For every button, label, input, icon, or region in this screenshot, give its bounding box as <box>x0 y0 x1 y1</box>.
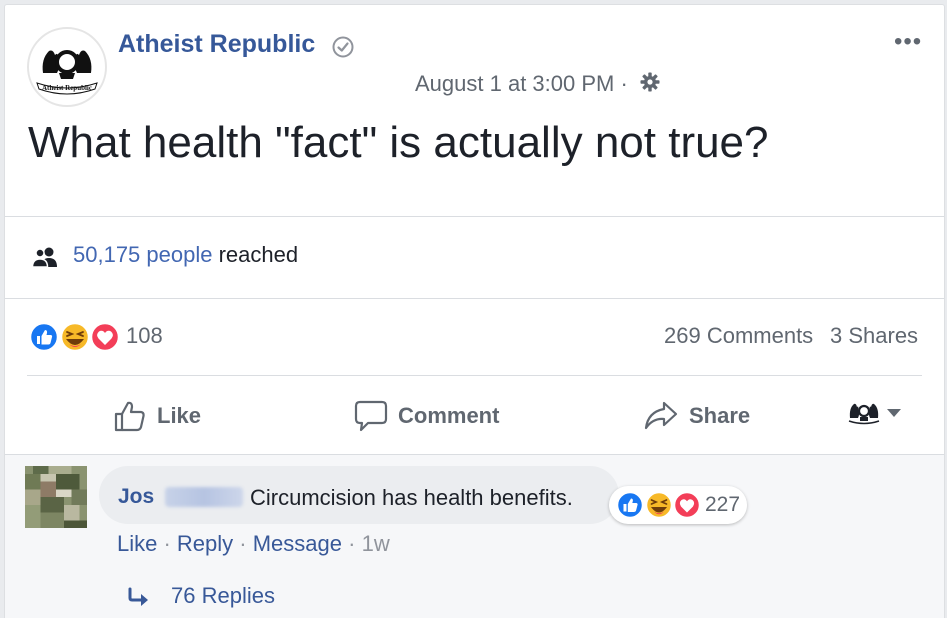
people-icon <box>32 247 57 267</box>
divider <box>5 216 944 217</box>
separator: · <box>157 531 177 556</box>
comment-like-link[interactable]: Like <box>117 531 157 556</box>
reach-count-link[interactable]: 50,175 people <box>73 242 212 267</box>
page-logo-icon <box>848 403 880 425</box>
comment-reaction-count: 227 <box>705 493 741 516</box>
post-card: Atheist Republic Atheist Republic ••• Au… <box>4 4 945 618</box>
divider <box>27 375 922 376</box>
like-label: Like <box>157 403 202 428</box>
like-reaction-icon <box>28 321 60 353</box>
haha-reaction-icon <box>644 490 674 520</box>
share-label: Share <box>689 403 751 428</box>
share-button[interactable]: Share <box>643 397 750 435</box>
gear-icon[interactable] <box>640 72 660 92</box>
haha-reaction-icon <box>59 321 91 353</box>
atheist-republic-logo: Atheist Republic <box>31 31 103 103</box>
reaction-count[interactable]: 108 <box>126 323 163 349</box>
like-reaction-icon <box>615 490 645 520</box>
comment-label: Comment <box>398 403 500 428</box>
verified-badge-icon <box>332 36 354 58</box>
comment-time-link[interactable]: 1w <box>362 531 390 556</box>
reply-arrow-icon <box>128 587 148 606</box>
redacted-name <box>165 487 243 507</box>
love-reaction-icon <box>89 321 121 353</box>
love-reaction-icon <box>672 490 702 520</box>
share-arrow-icon <box>644 401 678 430</box>
page-avatar[interactable]: Atheist Republic <box>27 27 107 107</box>
separator: · <box>342 531 362 556</box>
comment-reaction-icons <box>615 490 702 520</box>
comment-reactions[interactable]: 227 <box>609 486 747 524</box>
speech-bubble-icon <box>354 400 388 432</box>
logo-text: Atheist Republic <box>42 84 92 92</box>
post-text: What health "fact" is actually not true? <box>28 118 769 167</box>
reach-stats: 50,175 people reached <box>73 242 298 268</box>
reactions-summary[interactable] <box>27 321 122 353</box>
comment-author-link[interactable]: Jos <box>118 485 154 509</box>
comment-button[interactable]: Comment <box>354 397 499 435</box>
post-timestamp[interactable]: August 1 at 3:00 PM · <box>415 71 628 97</box>
post-as-selector[interactable] <box>847 400 903 426</box>
comment-text: Circumcision has health benefits. <box>250 485 573 510</box>
view-replies-link[interactable]: 76 Replies <box>171 583 275 609</box>
separator: · <box>233 531 253 556</box>
like-button[interactable]: Like <box>113 397 201 435</box>
page-name-link[interactable]: Atheist Republic <box>118 30 315 59</box>
comments-count-link[interactable]: 269 Comments <box>664 323 813 349</box>
divider <box>5 298 944 299</box>
thumbs-up-icon <box>114 401 145 432</box>
reach-suffix: reached <box>212 242 299 267</box>
comment-message-link[interactable]: Message <box>253 531 342 556</box>
comment-actions: Like · Reply · Message · 1w <box>117 531 390 557</box>
comment-reply-link[interactable]: Reply <box>177 531 233 556</box>
comments-section: Jos Circumcision has health benefits. 22… <box>5 454 944 618</box>
chevron-down-icon <box>887 409 901 417</box>
commenter-avatar[interactable] <box>25 466 87 528</box>
more-options-button[interactable]: ••• <box>894 28 922 56</box>
shares-count-link[interactable]: 3 Shares <box>830 323 918 349</box>
